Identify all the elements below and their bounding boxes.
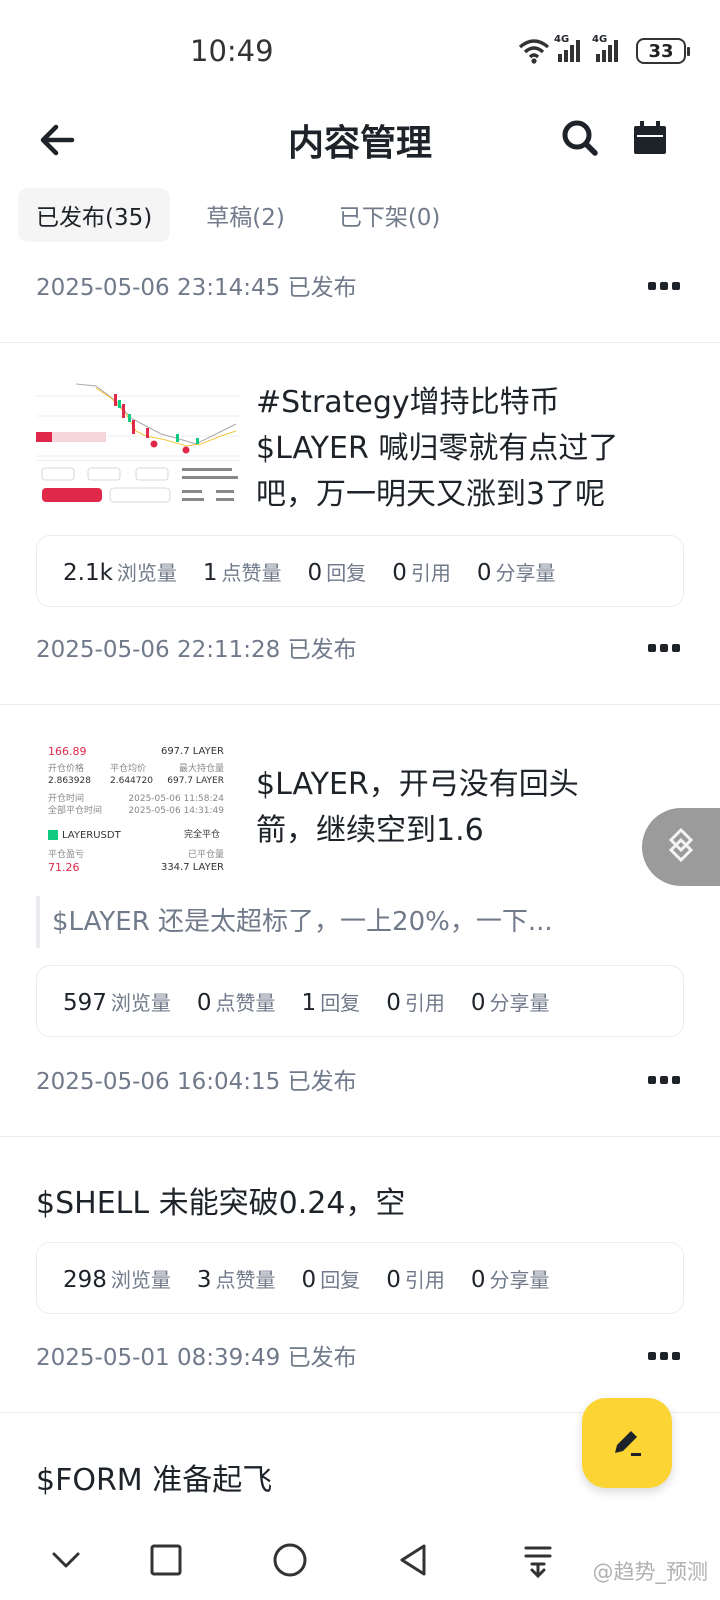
post-text[interactable]: $LAYER，开弓没有回头箭，继续空到1.6 [256, 762, 636, 854]
stat-shares: 0 分享量 [476, 559, 556, 586]
edit-pen-icon [615, 1431, 641, 1456]
symbol-badge-icon [48, 830, 58, 840]
notification-shade-icon[interactable] [518, 1540, 558, 1580]
post-stats: 597 浏览量 0 点赞量 1 回复 0 引用 0 分享量 [36, 965, 684, 1037]
divider [0, 1136, 720, 1137]
watermark: @趋势_预测 [592, 1560, 709, 1584]
stat-views: 2.1k 浏览量 [63, 559, 177, 586]
home-icon[interactable] [270, 1540, 310, 1580]
more-options-icon[interactable] [648, 644, 680, 652]
signal-icon: 4G [592, 34, 618, 62]
compose-post-button[interactable] [582, 1398, 672, 1488]
stat-quotes: 0 引用 [386, 989, 445, 1016]
more-options-icon[interactable] [648, 1352, 680, 1360]
post-text[interactable]: $SHELL 未能突破0.24，空 [36, 1178, 405, 1222]
stat-shares: 0 分享量 [470, 989, 550, 1016]
status-time: 10:49 [190, 34, 274, 68]
search-icon[interactable] [560, 118, 600, 158]
more-options-icon[interactable] [648, 1076, 680, 1084]
diamond-logo-icon [668, 827, 694, 863]
stat-views: 298 浏览量 [63, 1266, 171, 1293]
quoted-post[interactable]: $LAYER 还是太超标了，一上20%，一下... [36, 896, 676, 948]
wifi-icon [518, 39, 550, 64]
post-thumbnail-chart[interactable] [36, 376, 240, 516]
stat-shares: 0 分享量 [470, 1266, 550, 1293]
signal-icon: 4G [554, 34, 580, 62]
post-stats: 2.1k 浏览量 1 点赞量 0 回复 0 引用 0 分享量 [36, 535, 684, 607]
system-nav-bar: @趋势_预测 [0, 1520, 720, 1600]
stat-quotes: 0 引用 [392, 559, 451, 586]
status-icons: 4G 4G 33 [518, 34, 690, 64]
stat-likes: 1 点赞量 [202, 559, 282, 586]
post-timestamp: 2025-05-01 08:39:49 已发布 [36, 1345, 357, 1371]
more-options-icon[interactable] [648, 282, 680, 290]
divider [0, 704, 720, 705]
stat-likes: 3 点赞量 [196, 1266, 276, 1293]
header: 内容管理 [0, 100, 720, 180]
status-bar: 10:49 4G 4G 33 [0, 0, 720, 100]
stat-likes: 0 点赞量 [196, 989, 276, 1016]
post-stats: 298 浏览量 3 点赞量 0 回复 0 引用 0 分享量 [36, 1242, 684, 1314]
divider [0, 342, 720, 343]
floating-side-button[interactable] [642, 808, 720, 886]
stat-replies: 1 回复 [301, 989, 361, 1016]
post-timestamp: 2025-05-06 22:11:28 已发布 [36, 637, 357, 663]
tab-drafts[interactable]: 草稿(2) [188, 188, 303, 242]
back-triangle-icon[interactable] [394, 1540, 434, 1580]
battery-icon: 33 [636, 38, 690, 64]
post-timestamp: 2025-05-06 23:14:45 已发布 [36, 275, 357, 301]
tab-bar: 已发布(35) 草稿(2) 已下架(0) [18, 188, 458, 242]
post-timestamp: 2025-05-06 16:04:15 已发布 [36, 1069, 357, 1095]
tab-published[interactable]: 已发布(35) [18, 188, 171, 242]
chevron-down-icon[interactable] [46, 1540, 86, 1580]
post-text[interactable]: #Strategy增持比特币 $LAYER 喊归零就有点过了吧，万一明天又涨到3… [256, 380, 676, 518]
stat-replies: 0 回复 [307, 559, 367, 586]
post-thumbnail-trade[interactable]: 166.89 697.7 LAYER 开仓价格 平仓均价 最大持仓量 2.863… [36, 738, 240, 878]
tab-removed[interactable]: 已下架(0) [321, 188, 459, 242]
post-text[interactable]: $FORM 准备起飞 [36, 1455, 272, 1499]
stat-replies: 0 回复 [301, 1266, 361, 1293]
chart-thumbnail-image [36, 376, 240, 516]
stat-views: 597 浏览量 [63, 989, 171, 1016]
stat-quotes: 0 引用 [386, 1266, 445, 1293]
calendar-icon[interactable] [630, 118, 670, 158]
page-title: 内容管理 [287, 123, 432, 164]
recent-apps-icon[interactable] [146, 1540, 186, 1580]
